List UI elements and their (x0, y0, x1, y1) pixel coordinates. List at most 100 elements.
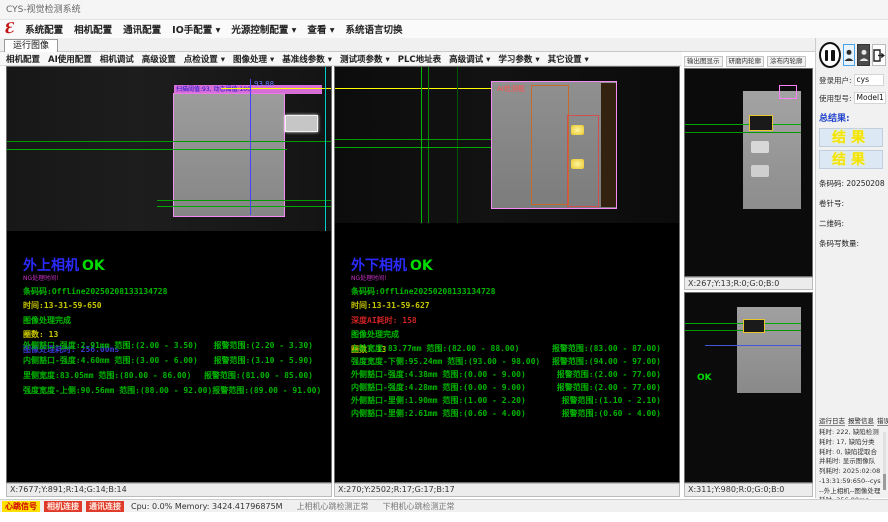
measure-line (335, 139, 495, 140)
right-sidebar: 登录用户: cys 使用型号: Model1 总结果: 结果 结果 条码码: 2… (815, 38, 888, 498)
measurement-row: 内侧豁口-强度:4.28mm 范围:(0.00 - 9.00) 报警范围:(2.0… (351, 382, 661, 395)
tool-advanced-settings[interactable]: 高级设置 (142, 53, 176, 65)
process-line: 图像处理完成 (351, 329, 495, 340)
tool-spot-check[interactable]: 点检设置 ▾ (184, 53, 225, 65)
measurement-row: 强度宽度-上侧:90.56mm 范围:(88.00 - 92.00)报警范围:(… (23, 385, 313, 400)
qr-code-label: 二维码: (819, 218, 886, 229)
alarm-range: 报警范围:(2.00 - 77.00) (557, 369, 661, 382)
menu-language-switch[interactable]: 系统语言切换 (346, 22, 403, 36)
log-tab-strip: 运行日志 报警信息 错误信息 (819, 415, 886, 426)
tool-camera-config[interactable]: 相机配置 (6, 53, 40, 65)
pause-icon (825, 50, 829, 61)
log-scrollbar[interactable] (883, 432, 886, 490)
sidebar-button-row (819, 42, 886, 68)
tool-test-params[interactable]: 测试项参数 ▾ (340, 53, 390, 65)
measurement-text: 内侧豁口-强度:4.28mm 范围:(0.00 - 9.00) (351, 382, 526, 395)
menu-view[interactable]: 查看 ▾ (307, 22, 334, 36)
thumb-image-1[interactable] (685, 69, 812, 276)
measure-line (335, 147, 495, 148)
tool-ai-usage-config[interactable]: AI使用配置 (48, 53, 92, 65)
measurement-text: 上轮宽度:83.77mm 范围:(82.00 - 88.00) (351, 343, 519, 356)
left-coordinate-readout: X:7677;Y:891;R:14;G:14;B:14 (6, 483, 332, 497)
magenta-roi-box (779, 85, 797, 99)
user-button[interactable] (843, 44, 856, 66)
alarm-range: 报警范围:(94.00 - 97.00) (552, 356, 661, 369)
tool-baseline-params[interactable]: 基准线参数 ▾ (282, 53, 332, 65)
sidebar-barcode-label: 条码码: 20250208 (819, 178, 886, 189)
menu-camera-config[interactable]: 相机配置 (74, 22, 112, 36)
measurement-row: 内侧豁口-里侧:2.61mm 范围:(0.60 - 4.00)报警范围:(0.6… (351, 408, 661, 421)
bright-spot (751, 165, 769, 177)
exit-icon (873, 49, 885, 62)
tool-camera-debug[interactable]: 相机调试 (100, 53, 134, 65)
measurement-text: 外侧豁口-里侧:1.90mm 范围:(1.00 - 2.20) (351, 395, 526, 408)
model-label: 使用型号: (819, 93, 852, 104)
center-result-title: 外下相机OK (351, 255, 495, 275)
upper-camera-heartbeat-text: 上相机心跳检测正常 (297, 501, 369, 512)
measurement-text: 外侧豁口-强度:2.91mm 范围:(2.00 - 3.50) (23, 340, 198, 355)
menu-io-config[interactable]: IO手配置 ▾ (172, 22, 220, 36)
left-camera-image[interactable]: 扫描阈值:93, 动态阈值:100 93.88 (7, 67, 331, 231)
tool-plc-address[interactable]: PLC地址表 (398, 53, 441, 65)
write-count-label: 条码写数量: (819, 238, 886, 249)
measurement-text: 强度宽度-下侧:95.24mm 范围:(93.00 - 98.00) (351, 356, 540, 369)
boundary-line (325, 67, 326, 231)
center-camera-image[interactable]: AI检测框 (335, 67, 679, 223)
model-field[interactable]: Model1 (854, 92, 886, 104)
measure-line-vertical (250, 79, 251, 215)
measurement-text: 里侧宽度:83.05mm 范围:(80.00 - 86.00) (23, 370, 191, 385)
log-tab-alarm[interactable]: 报警信息 (848, 415, 874, 426)
tab-run-image[interactable]: 运行图像 (4, 39, 58, 52)
measure-line-vertical (457, 67, 458, 223)
thumb-panel-2: OK (684, 292, 813, 483)
window-title: CYS-视觉检测系统 (6, 5, 81, 15)
threshold-overlay-label: 扫描阈值:93, 动态阈值:100 (174, 85, 322, 94)
tool-other-settings[interactable]: 其它设置 ▾ (548, 53, 589, 65)
measure-line (157, 206, 331, 207)
measure-line (685, 132, 801, 133)
tool-learning-params[interactable]: 学习参数 ▾ (498, 53, 539, 65)
measure-line (7, 149, 287, 150)
left-result-title: 外上相机OK (23, 255, 167, 275)
thumb-tab-coat-contour[interactable]: 涂布内轮廓 (767, 56, 806, 67)
login-user-field[interactable]: cys (854, 74, 884, 86)
lower-camera-heartbeat-text: 下相机心跳检测正常 (383, 501, 455, 512)
log-tab-error[interactable]: 错误信息 (877, 415, 888, 426)
camera-name: 外下相机 (351, 258, 407, 274)
part-region (173, 93, 285, 217)
measurement-row: 强度宽度-下侧:95.24mm 范围:(93.00 - 98.00) 报警范围:(… (351, 356, 661, 369)
thumb-tab-strip: 输出图显示 研磨内轮廓 涂布内轮廓 (684, 56, 814, 67)
log-scrollbar-thumb[interactable] (883, 474, 886, 490)
center-camera-panel: AI检测框 外下相机OK NG处理时间! 条码码:Offline20250208… (334, 66, 680, 483)
tool-advanced-debug[interactable]: 高级调试 ▾ (449, 53, 490, 65)
thumb2-coordinate-readout: X:311;Y:980;R:0;G:0;B:0 (684, 483, 813, 497)
tool-image-processing[interactable]: 图像处理 ▾ (233, 53, 274, 65)
thumb-tab-grind-contour[interactable]: 研磨内轮廓 (726, 56, 765, 67)
thumb-image-2[interactable]: OK (685, 293, 812, 482)
application-window: CYS-视觉检测系统 Ɛ 系统配置 相机配置 通讯配置 IO手配置 ▾ 光源控制… (0, 0, 888, 522)
menu-comm-config[interactable]: 通讯配置 (123, 22, 161, 36)
exit-button[interactable] (872, 44, 886, 66)
pause-button[interactable] (819, 42, 841, 68)
time-line: 时间:13-31-59-650 (23, 300, 167, 311)
thumb-panel-1 (684, 68, 813, 277)
alarm-range: 报警范围:(81.00 - 85.00) (204, 370, 313, 385)
measure-line (685, 124, 801, 125)
ai-time-line: 深度AI耗时: 158 (351, 315, 495, 326)
alarm-range: 报警范围:(83.00 - 87.00) (552, 343, 661, 356)
login-user-row: 登录用户: cys (819, 74, 886, 86)
measure-value-label: 93.88 (254, 80, 274, 88)
total-result-label: 总结果: (819, 111, 886, 124)
menu-system-config[interactable]: 系统配置 (25, 22, 63, 36)
camera-connection-badge: 相机连接 (44, 501, 82, 512)
reference-line (335, 88, 503, 89)
operator-button[interactable] (857, 44, 870, 66)
measurement-text: 外侧豁口-强度:4.38mm 范围:(0.00 - 9.00) (351, 369, 526, 382)
menu-light-config[interactable]: 光源控制配置 ▾ (231, 22, 296, 36)
alarm-range: 报警范围:(2.00 - 77.00) (557, 382, 661, 395)
tab-bar: 运行图像 (0, 38, 888, 52)
log-tab-run[interactable]: 运行日志 (819, 415, 845, 426)
window-title-bar[interactable]: CYS-视觉检测系统 (0, 0, 888, 20)
thumb-tab-output[interactable]: 输出图显示 (684, 56, 723, 67)
roi-window (743, 319, 765, 333)
